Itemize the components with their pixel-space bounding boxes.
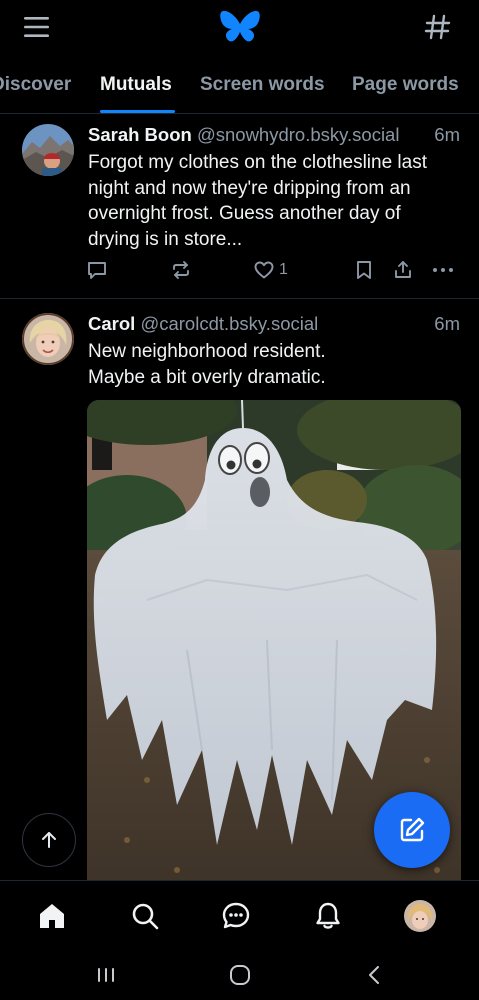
nav-search[interactable] [128, 899, 162, 933]
active-tab-indicator [100, 110, 175, 113]
recent-apps-icon[interactable] [91, 960, 121, 990]
bottom-nav [0, 880, 479, 950]
scroll-to-top-button[interactable] [22, 813, 76, 867]
system-nav-bar [0, 950, 479, 1000]
tab-screen-words[interactable]: Screen words [200, 74, 325, 96]
post-actions: 1 [0, 256, 479, 284]
like-button[interactable]: 1 [253, 256, 288, 284]
tab-mutuals[interactable]: Mutuals [100, 74, 172, 96]
top-bar [0, 0, 479, 56]
post-timestamp: 6m [434, 313, 460, 334]
hamburger-menu-icon[interactable] [20, 12, 54, 42]
author-handle[interactable]: @snowhydro.bsky.social [197, 124, 400, 145]
share-icon [395, 261, 411, 278]
nav-chat[interactable] [219, 899, 253, 933]
nav-notifications[interactable] [311, 899, 345, 933]
chat-icon [222, 902, 250, 929]
avatar[interactable] [22, 313, 74, 365]
more-options-button[interactable] [431, 256, 455, 284]
repost-icon [173, 261, 189, 279]
butterfly-logo-icon[interactable] [219, 8, 261, 46]
tab-discover[interactable]: Discover [0, 74, 71, 96]
like-count: 1 [279, 261, 288, 278]
back-icon[interactable] [360, 960, 390, 990]
arrow-up-icon [42, 832, 56, 848]
post-text: New neighborhood resident. Maybe a bit o… [88, 341, 326, 388]
reply-icon [88, 262, 106, 279]
tab-page-words[interactable]: Page words [352, 74, 459, 96]
ellipsis-icon [433, 268, 453, 272]
bookmark-button[interactable] [353, 256, 375, 284]
avatar[interactable] [22, 124, 74, 176]
author-name[interactable]: Carol [88, 313, 135, 334]
hashtag-feeds-icon[interactable] [422, 11, 454, 43]
author-name[interactable]: Sarah Boon [88, 124, 192, 145]
repost-button[interactable] [170, 256, 192, 284]
bell-icon [316, 902, 340, 929]
post-timestamp: 6m [434, 124, 460, 145]
home-circle-icon[interactable] [225, 960, 255, 990]
feed-tabs: Discover Mutuals Screen words Page words [0, 60, 479, 114]
bookmark-icon [357, 261, 371, 279]
share-button[interactable] [392, 256, 414, 284]
home-icon [40, 904, 64, 928]
author-handle[interactable]: @carolcdt.bsky.social [140, 313, 318, 334]
search-icon [132, 903, 159, 930]
compose-post-button[interactable] [374, 792, 450, 868]
post-item[interactable]: Sarah Boon @snowhydro.bsky.social 6m For… [0, 115, 479, 299]
post-text: Forgot my clothes on the clothesline las… [88, 152, 428, 250]
compose-pencil-icon [400, 817, 425, 842]
nav-home[interactable] [35, 899, 69, 933]
reply-button[interactable] [86, 256, 108, 284]
heart-icon [254, 261, 274, 279]
nav-profile-avatar[interactable] [404, 900, 436, 932]
